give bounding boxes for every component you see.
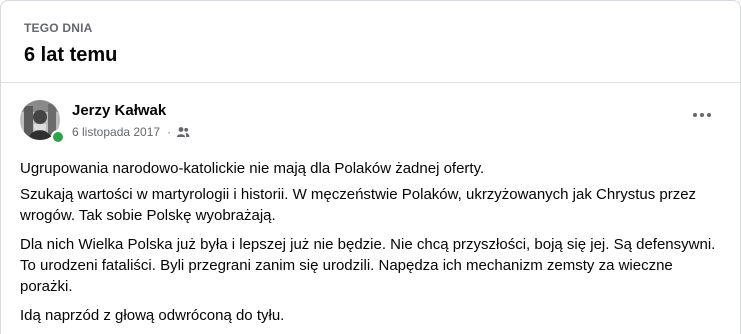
post-date[interactable]: 6 listopada 2017 [72,124,160,140]
post: Jerzy Kałwak 6 listopada 2017 · Ugrupowa… [1,83,740,326]
more-options-button[interactable] [684,97,720,133]
post-paragraph: Dla nich Wielka Polska już była i lepsze… [20,236,716,295]
memory-kicker: TEGO DNIA [24,21,93,35]
post-header: Jerzy Kałwak 6 listopada 2017 · [20,83,720,144]
memory-card: TEGO DNIA 6 lat temu Jerzy Kałwak 6 list… [0,0,741,334]
memory-title: 6 lat temu [24,44,118,66]
post-paragraph: Ugrupowania narodowo-katolickie nie mają… [20,160,485,177]
post-text: Ugrupowania narodowo-katolickie nie mają… [20,143,720,326]
friends-icon[interactable] [176,126,190,138]
post-paragraph: Idą naprzód z głową odwróconą do tyłu. [20,307,285,324]
memory-header: TEGO DNIA 6 lat temu [1,1,740,83]
meta-separator: · [167,125,172,139]
post-meta: 6 listopada 2017 · [72,124,190,140]
more-options-icon [693,113,711,117]
post-paragraph: Szukają wartości w martyrologii i histor… [20,186,697,224]
online-status-indicator [51,130,65,144]
author-name[interactable]: Jerzy Kałwak [72,101,166,120]
